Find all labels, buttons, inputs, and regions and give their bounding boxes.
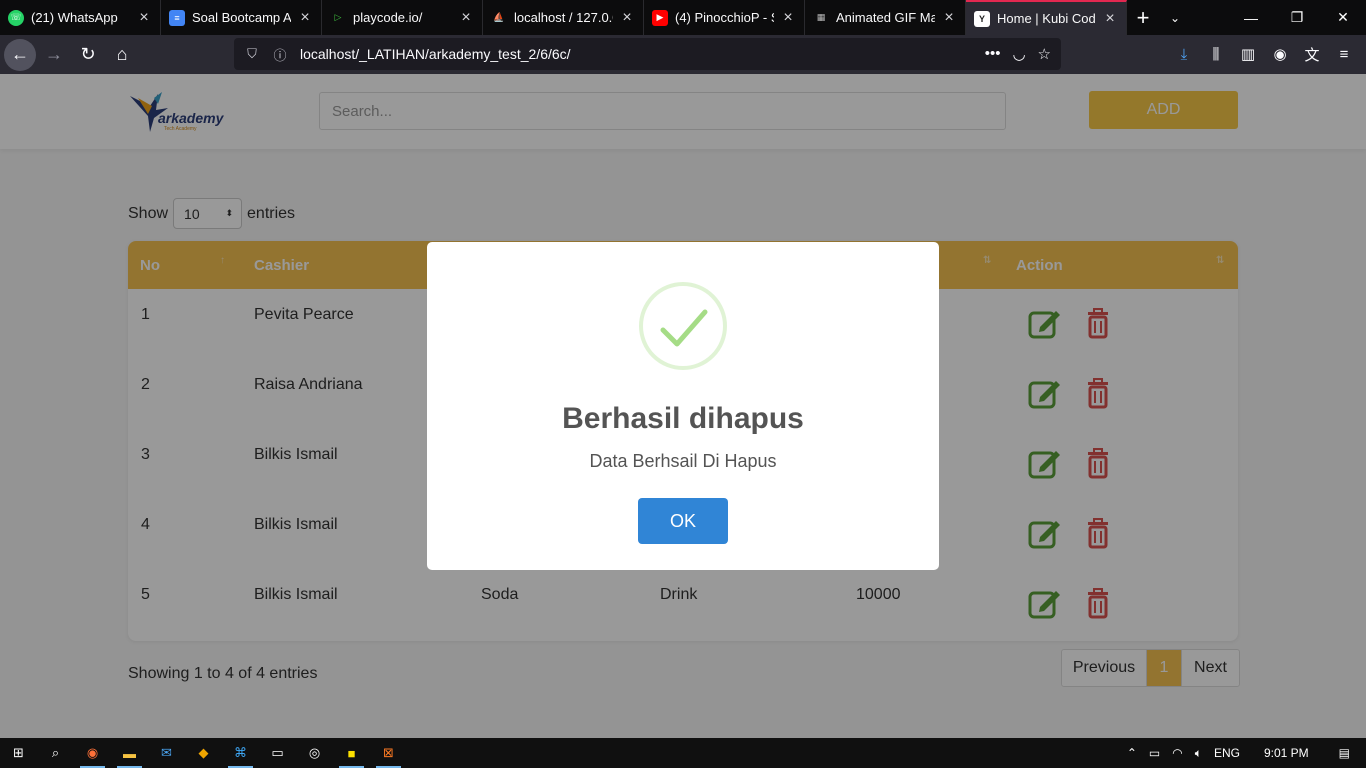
sidebar-icon[interactable]: ▥	[1234, 38, 1262, 70]
forward-arrow-icon[interactable]: →	[38, 39, 70, 71]
mail-icon[interactable]: ✉	[148, 738, 185, 768]
minimize-button[interactable]: —	[1228, 0, 1274, 35]
close-icon[interactable]: ×	[297, 9, 313, 26]
ok-button[interactable]: OK	[638, 498, 728, 544]
dialog-title: Berhasil dihapus	[562, 402, 804, 435]
tab-whatsapp[interactable]: ☏ (21) WhatsApp ×	[0, 0, 161, 35]
whatsapp-icon: ☏	[8, 9, 24, 26]
windows-taskbar: ⊞ ⌕ ◉ ▬ ✉ ◆ ⌘ ▭ ◎ ■ ⊠ ⌃ ▭ ◠ 🔈︎ ENG 9:01 …	[0, 738, 1366, 768]
success-check-icon	[639, 282, 727, 370]
vscode-icon[interactable]: ⌘	[222, 738, 259, 768]
tab-kubi-code[interactable]: Y Home | Kubi Code ×	[966, 0, 1127, 35]
close-icon[interactable]: ×	[136, 9, 152, 26]
toolbar-buttons: ⤓ ⫼ ▥ ◉ 文 ≡	[1170, 38, 1358, 70]
ezgif-icon: ▦	[816, 12, 826, 22]
tab-title: (4) PinocchioP - Sl	[675, 10, 774, 25]
url-bar[interactable]: ⛉ ⓘ localhost/_LATIHAN/arkademy_test_2/6…	[234, 38, 1061, 70]
tab-title: Home | Kubi Code	[997, 11, 1096, 26]
bookmark-star-icon[interactable]: ☆	[1038, 45, 1051, 63]
git-icon[interactable]: ◆	[185, 738, 222, 768]
phpmyadmin-icon: ⛵	[493, 12, 505, 22]
url-text[interactable]: localhost/_LATIHAN/arkademy_test_2/6/6c/	[300, 46, 985, 62]
firefox-icon[interactable]: ◉	[74, 738, 111, 768]
reload-icon[interactable]: ↻	[72, 39, 104, 71]
close-icon[interactable]: ×	[619, 9, 635, 26]
window-controls: — ❐ ✕	[1228, 0, 1366, 35]
translate-icon[interactable]: 文	[1298, 38, 1326, 70]
search-icon[interactable]: ⌕	[37, 738, 74, 768]
dialog-message: Data Berhsail Di Hapus	[589, 451, 777, 471]
back-arrow-icon[interactable]: ←	[4, 38, 36, 71]
checkmark-icon	[660, 309, 708, 347]
system-tray: ⌃ ▭ ◠ 🔈︎ ENG 9:01 PM ▤	[1121, 738, 1366, 768]
tab-title: Soal Bootcamp Ark	[192, 10, 291, 25]
page-content: arkademy Tech Academy Search... ADD Show…	[0, 74, 1366, 738]
home-icon[interactable]: ⌂	[106, 39, 138, 71]
page-actions-icon[interactable]: •••	[985, 45, 1001, 63]
menu-icon[interactable]: ≡	[1330, 38, 1358, 70]
close-icon[interactable]: ×	[458, 9, 474, 26]
shield-icon[interactable]: ⛉	[242, 46, 262, 62]
tab-title: Animated GIF Mak	[836, 10, 935, 25]
google-docs-icon: ≡	[169, 9, 185, 26]
tab-playcode[interactable]: ▷ playcode.io/ ×	[322, 0, 483, 35]
close-icon[interactable]: ×	[780, 9, 796, 26]
tab-soal-bootcamp[interactable]: ≡ Soal Bootcamp Ark ×	[161, 0, 322, 35]
library-icon[interactable]: ⫼	[1202, 38, 1230, 70]
battery-icon[interactable]: ▭	[1149, 746, 1160, 760]
info-icon[interactable]: ⓘ	[270, 45, 290, 64]
close-icon[interactable]: ×	[941, 9, 957, 26]
browser-tab-bar: ☏ (21) WhatsApp × ≡ Soal Bootcamp Ark × …	[0, 0, 1366, 35]
file-explorer-icon[interactable]: ▬	[111, 738, 148, 768]
obs-icon[interactable]: ◎	[296, 738, 333, 768]
tab-localhost-pma[interactable]: ⛵ localhost / 127.0.0 ×	[483, 0, 644, 35]
youtube-icon: ▶	[652, 9, 668, 26]
xampp-icon[interactable]: ⊠	[370, 738, 407, 768]
playcode-icon: ▷	[334, 12, 342, 22]
tab-animated-gif[interactable]: ▦ Animated GIF Mak ×	[805, 0, 966, 35]
account-icon[interactable]: ◉	[1266, 38, 1294, 70]
terminal-icon[interactable]: ▭	[259, 738, 296, 768]
close-icon[interactable]: ×	[1102, 10, 1118, 27]
tab-title: (21) WhatsApp	[31, 10, 118, 25]
notification-icon[interactable]: ▤	[1339, 746, 1350, 760]
chevron-up-icon[interactable]: ⌃	[1127, 746, 1137, 760]
wifi-icon[interactable]: ◠	[1172, 746, 1182, 760]
success-dialog: Berhasil dihapus Data Berhsail Di Hapus …	[427, 242, 939, 570]
sticky-notes-icon[interactable]: ■	[333, 738, 370, 768]
download-icon[interactable]: ⤓	[1170, 38, 1198, 70]
tab-list-chevron-icon[interactable]: ⌄	[1159, 0, 1191, 35]
windows-start-icon[interactable]: ⊞	[0, 738, 37, 768]
tab-title: localhost / 127.0.0	[514, 10, 613, 25]
tab-title: playcode.io/	[353, 10, 423, 25]
browser-nav-bar: ← → ↻ ⌂ ⛉ ⓘ localhost/_LATIHAN/arkademy_…	[0, 35, 1366, 74]
new-tab-button[interactable]: +	[1127, 0, 1159, 35]
restore-button[interactable]: ❐	[1274, 0, 1320, 35]
pocket-icon[interactable]: ◡	[1012, 45, 1025, 63]
language-indicator[interactable]: ENG	[1214, 746, 1240, 760]
kubicode-icon: Y	[974, 10, 990, 27]
tab-youtube[interactable]: ▶ (4) PinocchioP - Sl ×	[644, 0, 805, 35]
volume-icon[interactable]: 🔈︎	[1195, 746, 1202, 761]
clock[interactable]: 9:01 PM	[1264, 746, 1309, 760]
close-window-button[interactable]: ✕	[1320, 0, 1366, 35]
